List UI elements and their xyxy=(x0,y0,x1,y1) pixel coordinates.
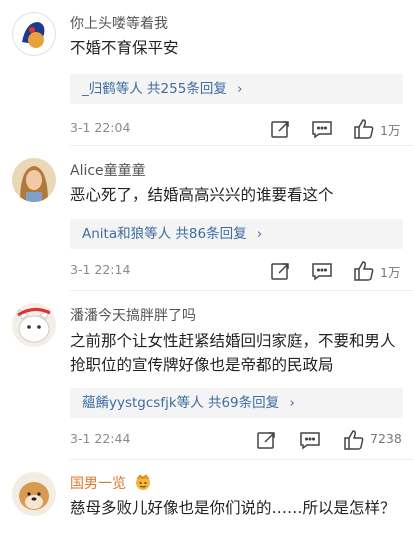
share-icon[interactable] xyxy=(254,428,278,452)
replies-summary[interactable]: _归鹤等人 共255条回复 › xyxy=(70,74,403,104)
timestamp: 3-1 22:44 xyxy=(70,431,131,446)
reply-names: Anita和狼等人 xyxy=(82,226,172,242)
comment-text: 之前那个让女性赶紧结婚回归家庭，不要和男人抢职位的宣传牌好像也是帝都的民政局 xyxy=(70,332,396,374)
divider xyxy=(70,145,413,146)
like-count: 7238 xyxy=(370,431,402,446)
timestamp: 3-1 22:14 xyxy=(70,262,131,277)
reply-count: 共69条回复 xyxy=(207,395,280,411)
thumbs-up-icon[interactable] xyxy=(352,117,376,141)
replies-summary[interactable]: Anita和狼等人 共86条回复 › xyxy=(70,219,403,249)
reply-names: 蘊餚yystgcsfjk等人 xyxy=(82,395,204,411)
chevron-right-icon: › xyxy=(237,81,243,97)
comment-meta: 3-1 22:04 1万 xyxy=(70,117,405,141)
share-icon[interactable] xyxy=(268,117,292,141)
emoji-badge-icon xyxy=(134,473,152,495)
comment-icon[interactable] xyxy=(310,117,334,141)
reply-count: 共255条回复 xyxy=(147,81,227,97)
comment-meta: 3-1 22:14 1万 xyxy=(70,259,405,283)
chevron-right-icon: › xyxy=(289,395,295,411)
chevron-right-icon: › xyxy=(256,226,263,242)
avatar[interactable] xyxy=(12,158,56,202)
divider xyxy=(70,290,413,291)
username[interactable]: 潘潘今天搞胖胖了吗 xyxy=(70,305,196,325)
avatar[interactable] xyxy=(12,472,56,516)
avatar[interactable] xyxy=(12,303,56,347)
comment-text: 慈母多败儿好像也是你们说的……所以是怎样？ xyxy=(70,499,396,517)
username[interactable]: Alice童童童 xyxy=(70,160,146,180)
username[interactable]: 国男一览 xyxy=(70,473,152,495)
avatar[interactable] xyxy=(12,12,56,56)
comment-text: 恶心死了，结婚高高兴兴的谁要看这个 xyxy=(70,186,334,204)
share-icon[interactable] xyxy=(268,259,292,283)
username[interactable]: 你上头喽等着我 xyxy=(70,13,168,33)
comment-icon[interactable] xyxy=(310,259,334,283)
comment-meta: 3-1 22:44 7238 xyxy=(70,428,405,452)
username-text: 国男一览 xyxy=(70,476,126,492)
replies-summary[interactable]: 蘊餚yystgcsfjk等人 共69条回复 › xyxy=(70,388,403,418)
timestamp: 3-1 22:04 xyxy=(70,120,131,135)
comment-text: 不婚不育保平安 xyxy=(70,39,179,57)
reply-names: _归鹤等人 xyxy=(82,81,143,97)
divider xyxy=(70,459,413,460)
like-count: 1万 xyxy=(380,265,401,280)
thumbs-up-icon[interactable] xyxy=(342,428,366,452)
like-count: 1万 xyxy=(380,123,401,138)
thumbs-up-icon[interactable] xyxy=(352,259,376,283)
comment-icon[interactable] xyxy=(298,428,322,452)
reply-count: 共86条回复 xyxy=(175,226,247,242)
